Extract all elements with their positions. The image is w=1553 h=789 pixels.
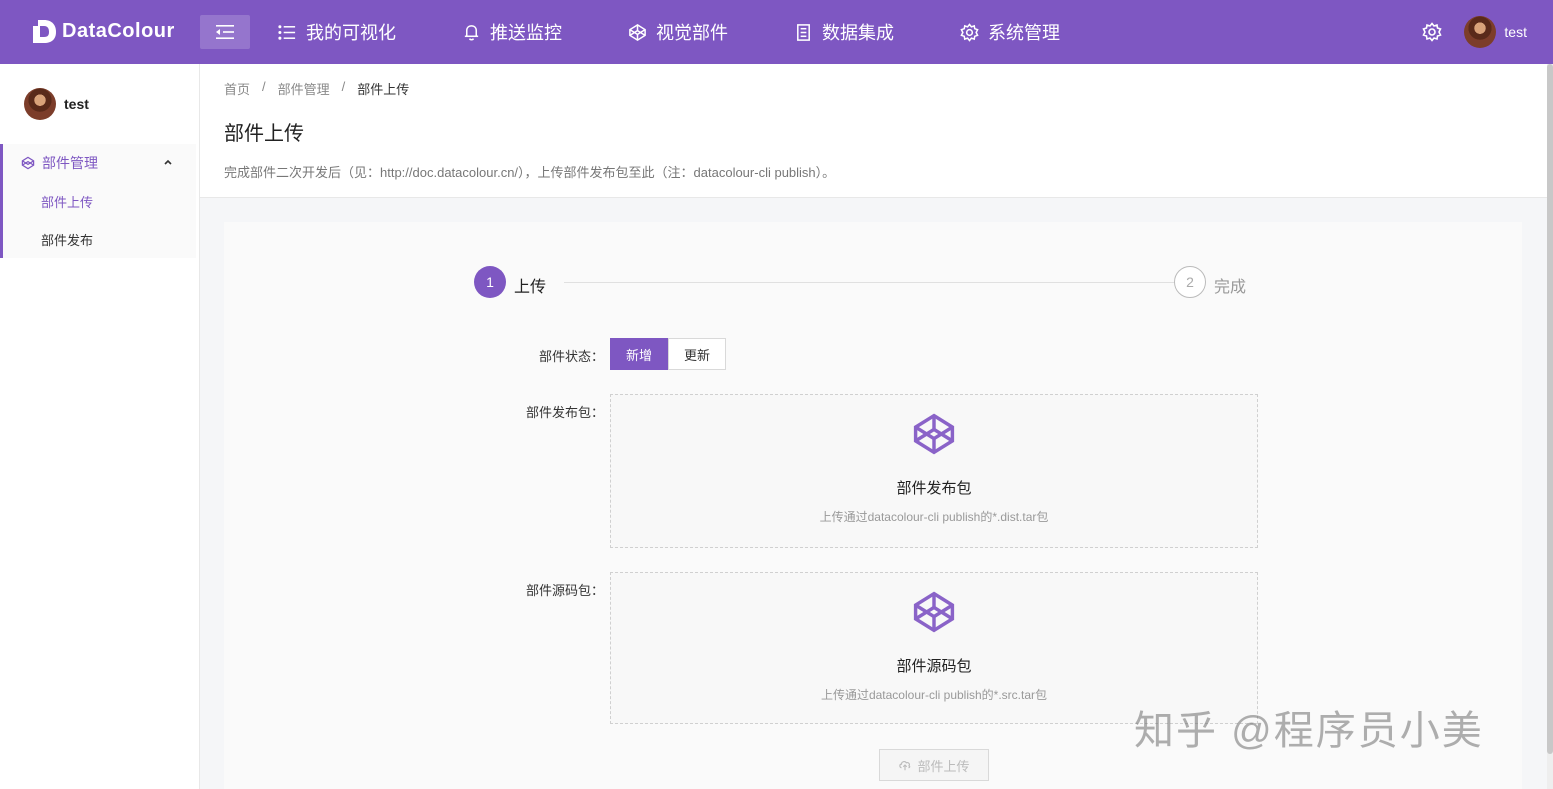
page-header: 首页 / 部件管理 / 部件上传 部件上传 完成部件二次开发后（见：http:/…: [200, 64, 1547, 198]
nav-my-visualization[interactable]: 我的可视化: [278, 0, 396, 64]
top-username[interactable]: test: [1504, 24, 1527, 40]
nav-label: 推送监控: [490, 23, 562, 43]
sidebar-item-component-upload[interactable]: 部件上传: [0, 182, 196, 220]
cloud-upload-icon: [899, 761, 911, 771]
sidebar-user: test: [24, 88, 89, 120]
nav-visual-components[interactable]: 视觉部件: [628, 0, 728, 64]
settings-icon[interactable]: [1422, 22, 1443, 42]
status-label: 部件状态：: [538, 349, 604, 364]
dist-package-title: 部件发布包: [896, 480, 972, 497]
nav-label: 系统管理: [988, 23, 1060, 43]
sidebar: test 部件管理 部件上传 部件发布: [0, 64, 200, 789]
sidebar-menu: 部件管理 部件上传 部件发布: [0, 144, 196, 258]
step-2-label: 完成: [1214, 279, 1247, 296]
steps: 1 上传 2 完成: [474, 266, 1274, 300]
page-scrollbar[interactable]: [1547, 64, 1553, 789]
sidebar-item-label: 部件发布: [41, 232, 94, 248]
gear-icon: [960, 22, 979, 42]
sidebar-group-label: 部件管理: [42, 155, 98, 171]
step-1-number: 1: [474, 266, 506, 298]
app-logo[interactable]: DataColour: [30, 16, 175, 46]
status-toggle: 新增 更新: [610, 338, 727, 370]
dist-package-label: 部件发布包：: [525, 405, 604, 420]
breadcrumb-separator: /: [262, 79, 266, 94]
codepen-icon: [913, 591, 955, 633]
breadcrumb-current: 部件上传: [357, 82, 410, 97]
menu-fold-icon: [216, 25, 234, 39]
page-title: 部件上传: [224, 123, 304, 145]
nav-label: 数据集成: [822, 23, 894, 43]
dist-package-hint: 上传通过datacolour-cli publish的*.dist.tar包: [819, 510, 1049, 524]
codepen-icon: [913, 413, 955, 455]
document-icon: [797, 23, 810, 41]
main-nav: 我的可视化 推送监控 视觉部件 数据集成 系统管理: [278, 0, 1126, 64]
datacolour-logo-icon: [33, 18, 56, 43]
sidebar-item-component-publish[interactable]: 部件发布: [0, 220, 196, 258]
nav-push-monitor[interactable]: 推送监控: [462, 0, 562, 64]
dist-package-dropzone[interactable]: 部件发布包 上传通过datacolour-cli publish的*.dist.…: [610, 394, 1258, 548]
collapse-sidebar-button[interactable]: [200, 15, 250, 49]
upload-button-label: 部件上传: [917, 758, 970, 774]
avatar[interactable]: [1464, 16, 1497, 48]
app-logo-text: DataColour: [62, 19, 175, 42]
step-2-number: 2: [1174, 266, 1206, 298]
chevron-up-icon: [164, 159, 172, 165]
sidebar-item-label: 部件上传: [41, 194, 94, 210]
nav-data-integration[interactable]: 数据集成: [794, 0, 894, 64]
top-right-actions: test: [1422, 0, 1527, 64]
status-new-button[interactable]: 新增: [610, 338, 669, 370]
component-upload-button[interactable]: 部件上传: [879, 749, 989, 781]
breadcrumb-component-management[interactable]: 部件管理: [278, 79, 330, 98]
sidebar-group-component-management[interactable]: 部件管理: [0, 144, 196, 182]
nav-label: 我的可视化: [306, 23, 396, 43]
src-package-label: 部件源码包：: [525, 583, 604, 598]
page-description: 完成部件二次开发后（见：http://doc.datacolour.cn/），上…: [224, 165, 836, 180]
nav-label: 视觉部件: [656, 23, 728, 43]
breadcrumb: 首页 / 部件管理 / 部件上传: [224, 79, 409, 98]
sidebar-username: test: [64, 96, 89, 112]
step-connector: [564, 282, 1184, 283]
breadcrumb-separator: /: [341, 79, 346, 94]
scrollbar-thumb[interactable]: [1547, 64, 1553, 754]
list-icon: [278, 24, 296, 40]
top-navbar: DataColour 我的可视化 推送监控 视觉部件 数据集成 系统管理 tes…: [0, 0, 1553, 64]
breadcrumb-home[interactable]: 首页: [224, 79, 250, 98]
bell-icon: [464, 24, 479, 40]
watermark: 知乎 @程序员小美: [1134, 709, 1484, 753]
src-package-title: 部件源码包: [896, 658, 972, 675]
codepen-icon: [21, 156, 35, 170]
codepen-icon: [629, 23, 646, 41]
step-1-label: 上传: [514, 279, 547, 296]
nav-system-management[interactable]: 系统管理: [960, 0, 1060, 64]
status-update-button[interactable]: 更新: [668, 338, 727, 370]
avatar: [24, 88, 56, 120]
